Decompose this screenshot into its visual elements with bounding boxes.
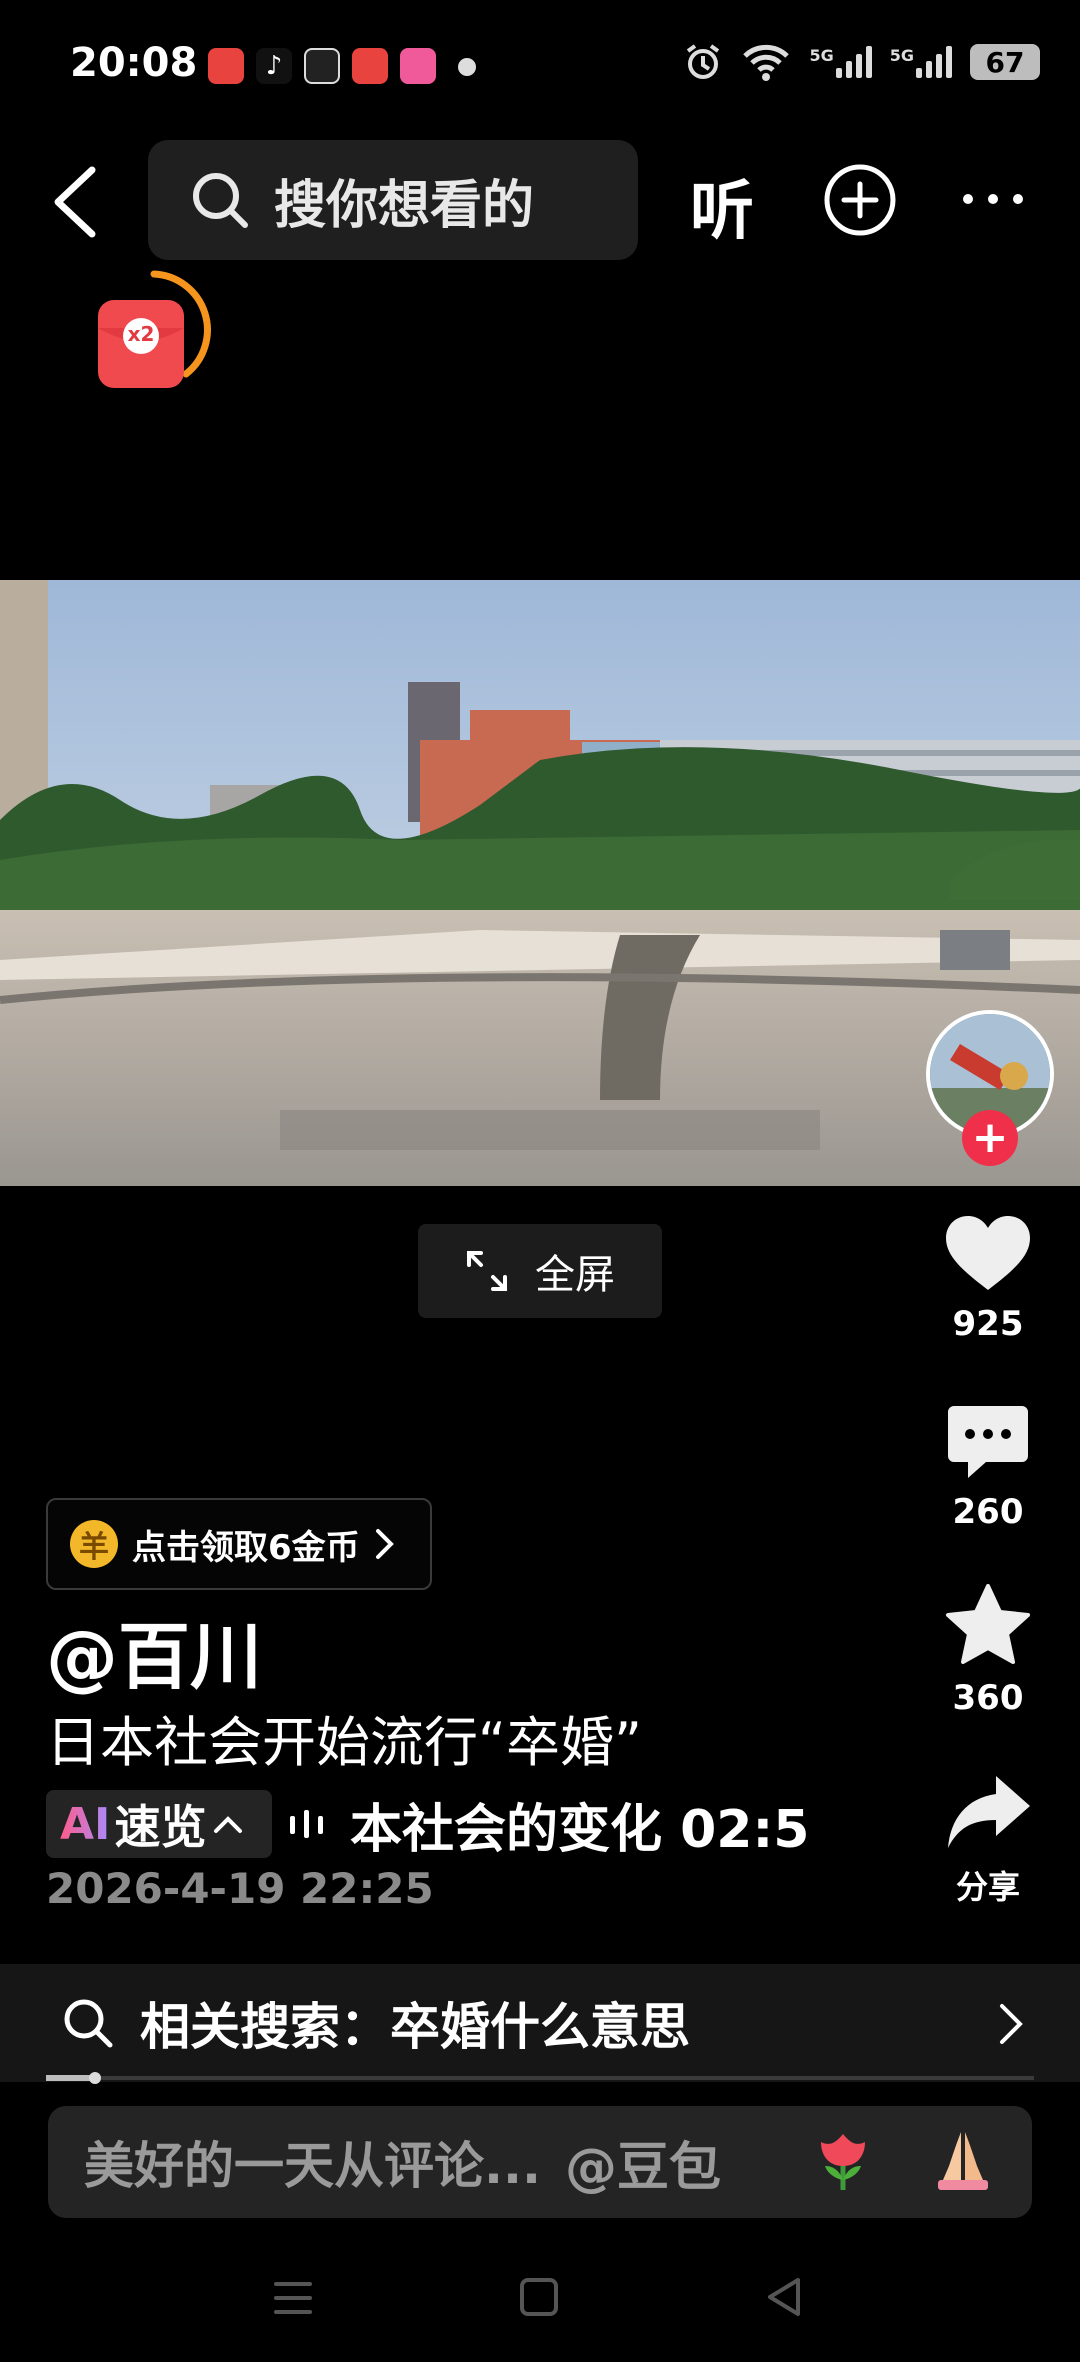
add-icon[interactable] xyxy=(822,162,898,238)
search-input[interactable]: 搜你想看的 xyxy=(148,140,638,260)
red-packet-icon xyxy=(98,270,211,388)
more-notifications-dot xyxy=(458,58,476,76)
listen-button[interactable]: 听 xyxy=(690,160,754,252)
audio-wave-icon xyxy=(290,1810,323,1838)
author-name[interactable]: @百川 xyxy=(46,1598,262,1703)
video-player[interactable] xyxy=(0,580,1080,1186)
shopping-app-icon xyxy=(352,48,388,84)
wifi-icon xyxy=(743,44,790,81)
video-progress-handle[interactable] xyxy=(89,2072,101,2084)
ai-summary-row: AI 速览 本社会的变化 02:5 xyxy=(46,1788,846,1860)
favorite-button[interactable]: 360 xyxy=(930,1584,1046,1718)
video-caption: 日本社会开始流行“卒婚” xyxy=(46,1711,642,1774)
video-progress-track[interactable] xyxy=(46,2076,1034,2080)
video-frame xyxy=(0,580,1080,1186)
comment-button[interactable]: 260 xyxy=(930,1402,1046,1532)
ai-tag: AI xyxy=(60,1798,111,1850)
more-options-icon[interactable] xyxy=(958,174,1028,224)
related-search-bar[interactable]: 相关搜索：卒婚什么意思 xyxy=(0,1964,1080,2082)
share-arrow-icon xyxy=(948,1776,1030,1848)
chevron-up-icon xyxy=(214,1816,243,1833)
red-packet-widget[interactable]: x2 xyxy=(94,268,224,398)
system-nav-bar xyxy=(0,2240,1080,2362)
status-bar: 20:08 ♪ 5G 5G 67 xyxy=(0,0,1080,130)
status-right: 5G 5G 67 xyxy=(683,42,1040,82)
like-button[interactable]: 925 xyxy=(930,1214,1046,1344)
coin-icon: 羊 xyxy=(70,1520,118,1568)
related-search-text: 相关搜索：卒婚什么意思 xyxy=(140,1998,690,2056)
follow-button[interactable]: + xyxy=(962,1110,1018,1166)
signal-bars-icon xyxy=(835,46,872,78)
chevron-right-icon xyxy=(375,1529,394,1559)
comment-icon xyxy=(948,1406,1028,1478)
red-packet-multiplier: x2 xyxy=(127,322,155,346)
chevron-right-icon xyxy=(1000,2004,1023,2044)
douyin-app-icon: ♪ xyxy=(256,48,292,84)
mention-button[interactable]: @豆包 xyxy=(565,2125,721,2200)
comment-placeholder: 美好的一天从评论... xyxy=(84,2137,541,2195)
comment-input[interactable]: 美好的一天从评论... @豆包 xyxy=(48,2106,1032,2218)
ai-overview-button[interactable]: AI 速览 xyxy=(46,1790,272,1858)
search-icon xyxy=(64,1999,113,2048)
coin-reward-label: 点击领取6金币 xyxy=(132,1527,360,1568)
heart-icon xyxy=(946,1216,1030,1290)
back-arrow-icon[interactable] xyxy=(48,162,104,242)
ai-overview-label: 速览 xyxy=(114,1800,207,1854)
network-type-1: 5G xyxy=(809,46,834,65)
video-progress-fill xyxy=(46,2075,95,2081)
home-icon[interactable] xyxy=(518,2276,560,2318)
search-placeholder: 搜你想看的 xyxy=(274,175,535,236)
star-icon xyxy=(946,1584,1030,1664)
fullscreen-button[interactable]: 全屏 xyxy=(418,1224,662,1318)
like-count: 925 xyxy=(952,1304,1024,1344)
signal-bars-icon xyxy=(916,46,952,78)
menu-icon[interactable] xyxy=(272,2278,314,2318)
back-triangle-icon[interactable] xyxy=(764,2276,804,2318)
pray-hands-emoji-icon[interactable] xyxy=(928,2126,998,2196)
fullscreen-label: 全屏 xyxy=(535,1252,615,1298)
post-timestamp: 2026-4-19 22:25 xyxy=(46,1864,434,1913)
signal-1: 5G xyxy=(809,46,872,78)
video-app-icon xyxy=(208,48,244,84)
douyin-lite-app-icon xyxy=(304,48,340,84)
promo-app-icon xyxy=(400,48,436,84)
rose-emoji-icon[interactable] xyxy=(808,2126,878,2196)
share-button[interactable]: 分享 xyxy=(930,1772,1046,1908)
coin-reward-button[interactable]: 羊 点击领取6金币 xyxy=(46,1498,432,1590)
comment-count: 260 xyxy=(952,1492,1024,1532)
network-type-2: 5G xyxy=(889,46,914,65)
ai-summary-text: 本社会的变化 02:5 xyxy=(350,1799,810,1860)
signal-2: 5G xyxy=(890,46,952,78)
battery-indicator: 67 xyxy=(970,44,1040,80)
share-label: 分享 xyxy=(955,1868,1020,1906)
expand-icon xyxy=(467,1251,507,1291)
search-icon xyxy=(193,173,248,228)
status-time: 20:08 xyxy=(70,40,198,86)
alarm-icon xyxy=(687,44,720,79)
favorite-count: 360 xyxy=(952,1678,1024,1718)
